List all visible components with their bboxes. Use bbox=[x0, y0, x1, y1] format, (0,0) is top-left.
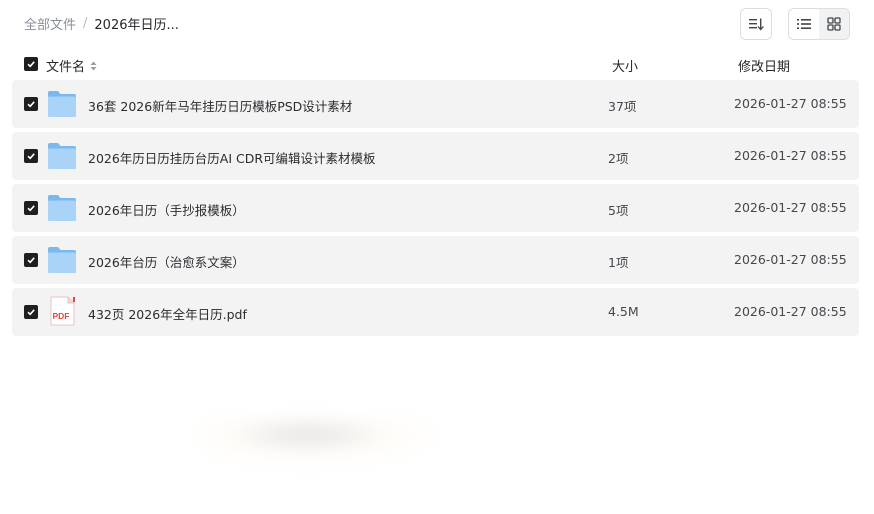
file-name[interactable]: 2026年历日历挂历台历AI CDR可编辑设计素材模板 bbox=[88, 148, 376, 167]
pdf-label: PDF bbox=[53, 311, 70, 321]
check-icon bbox=[27, 61, 35, 68]
grid-view-button[interactable] bbox=[819, 9, 849, 39]
file-size: 4.5M bbox=[608, 304, 639, 319]
column-size-header[interactable]: 大小 bbox=[612, 56, 638, 75]
sort-caret-icon bbox=[90, 61, 97, 71]
sort-button[interactable] bbox=[740, 8, 772, 40]
check-icon bbox=[27, 101, 35, 108]
file-size: 37项 bbox=[608, 99, 637, 114]
folder-icon bbox=[48, 91, 76, 117]
column-name-header[interactable]: 文件名 bbox=[46, 56, 97, 75]
view-toggle bbox=[788, 8, 850, 40]
column-name-label: 文件名 bbox=[46, 60, 86, 75]
row-checkbox[interactable] bbox=[24, 253, 38, 267]
select-all-checkbox[interactable] bbox=[24, 57, 38, 71]
check-icon bbox=[27, 153, 35, 160]
file-browser: 全部文件 / 2026年日历... 文件名 大小 修改日期 36套 2026新年… bbox=[0, 0, 874, 514]
file-row[interactable]: 2026年台历（治愈系文案） 1项 2026-01-27 08:55 bbox=[12, 236, 859, 284]
file-date: 2026-01-27 08:55 bbox=[734, 148, 847, 163]
row-checkbox[interactable] bbox=[24, 305, 38, 319]
column-header: 文件名 大小 修改日期 bbox=[0, 50, 874, 78]
folder-icon bbox=[48, 247, 76, 273]
folder-icon bbox=[48, 143, 76, 169]
list-view-icon bbox=[797, 19, 811, 29]
file-date: 2026-01-27 08:55 bbox=[734, 252, 847, 267]
row-checkbox[interactable] bbox=[24, 201, 38, 215]
column-date-header[interactable]: 修改日期 bbox=[738, 56, 790, 75]
file-name[interactable]: 432页 2026年全年日历.pdf bbox=[88, 304, 247, 323]
file-name[interactable]: 2026年台历（治愈系文案） bbox=[88, 252, 245, 271]
check-icon bbox=[27, 309, 35, 316]
folder-icon bbox=[48, 195, 76, 221]
file-row[interactable]: 2026年日历（手抄报模板） 5项 2026-01-27 08:55 bbox=[12, 184, 859, 232]
file-date: 2026-01-27 08:55 bbox=[734, 304, 847, 319]
row-checkbox[interactable] bbox=[24, 149, 38, 163]
pdf-file-icon: PDF bbox=[50, 296, 75, 326]
check-icon bbox=[27, 205, 35, 212]
file-date: 2026-01-27 08:55 bbox=[734, 200, 847, 215]
file-size: 2项 bbox=[608, 151, 629, 166]
file-size: 5项 bbox=[608, 203, 629, 218]
file-row[interactable]: PDF 432页 2026年全年日历.pdf 4.5M 2026-01-27 0… bbox=[12, 288, 859, 336]
file-name[interactable]: 2026年日历（手抄报模板） bbox=[88, 200, 245, 219]
file-row[interactable]: 36套 2026新年马年挂历日历模板PSD设计素材 37项 2026-01-27… bbox=[12, 80, 859, 128]
breadcrumb-separator: / bbox=[83, 16, 88, 31]
row-checkbox[interactable] bbox=[24, 97, 38, 111]
sort-lines-icon bbox=[749, 18, 764, 31]
file-name[interactable]: 36套 2026新年马年挂历日历模板PSD设计素材 bbox=[88, 96, 352, 115]
file-size: 1项 bbox=[608, 255, 629, 270]
grid-view-icon bbox=[827, 17, 841, 31]
breadcrumb-root[interactable]: 全部文件 bbox=[24, 14, 76, 33]
breadcrumb-current: 2026年日历... bbox=[94, 18, 179, 33]
blurred-overlay bbox=[200, 415, 440, 465]
file-row[interactable]: 2026年历日历挂历台历AI CDR可编辑设计素材模板 2项 2026-01-2… bbox=[12, 132, 859, 180]
list-view-button[interactable] bbox=[789, 9, 819, 39]
breadcrumb: 全部文件 / 2026年日历... bbox=[24, 14, 179, 33]
check-icon bbox=[27, 257, 35, 264]
header: 全部文件 / 2026年日历... bbox=[0, 0, 874, 48]
file-list: 36套 2026新年马年挂历日历模板PSD设计素材 37项 2026-01-27… bbox=[12, 80, 859, 340]
file-date: 2026-01-27 08:55 bbox=[734, 96, 847, 111]
